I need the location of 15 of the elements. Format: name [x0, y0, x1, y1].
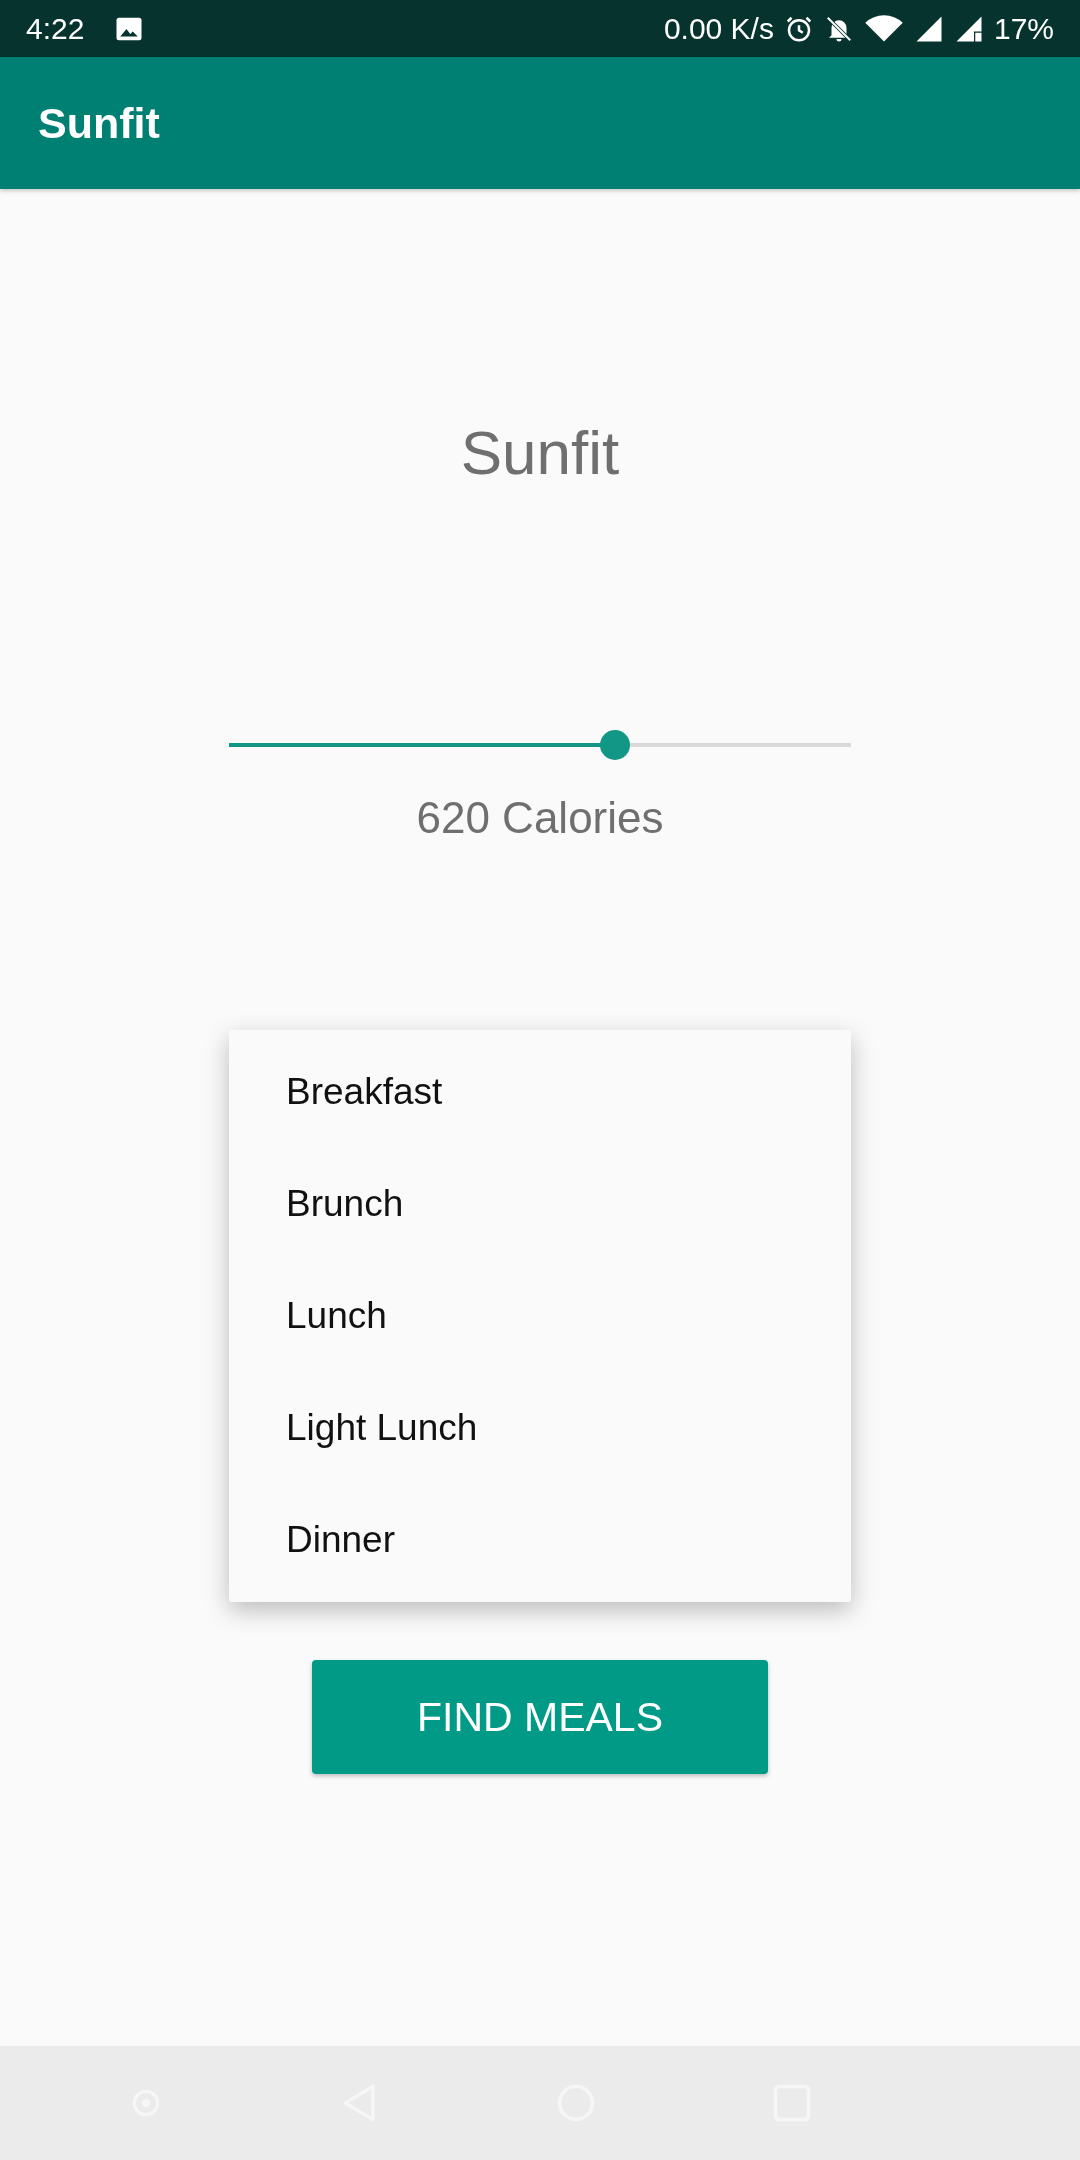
slider-thumb[interactable]: [599, 730, 630, 760]
wifi-icon: [863, 13, 904, 44]
calorie-slider[interactable]: [229, 730, 851, 760]
find-meals-button[interactable]: FIND MEALS: [312, 1660, 768, 1774]
menu-item[interactable]: Brunch: [229, 1148, 851, 1260]
menu-item[interactable]: Light Lunch: [229, 1372, 851, 1484]
calories-label: 620 Calories: [416, 793, 664, 843]
network-speed: 0.00 K/s: [663, 11, 774, 46]
menu-item[interactable]: Lunch: [229, 1260, 851, 1372]
clock-time: 4:22: [26, 11, 85, 46]
menu-item[interactable]: Breakfast: [229, 1036, 851, 1148]
app-heading: Sunfit: [460, 417, 620, 488]
battery-percent: 17%: [993, 11, 1054, 46]
app-title: Sunfit: [38, 98, 160, 148]
menu-item[interactable]: Dinner: [229, 1484, 851, 1596]
